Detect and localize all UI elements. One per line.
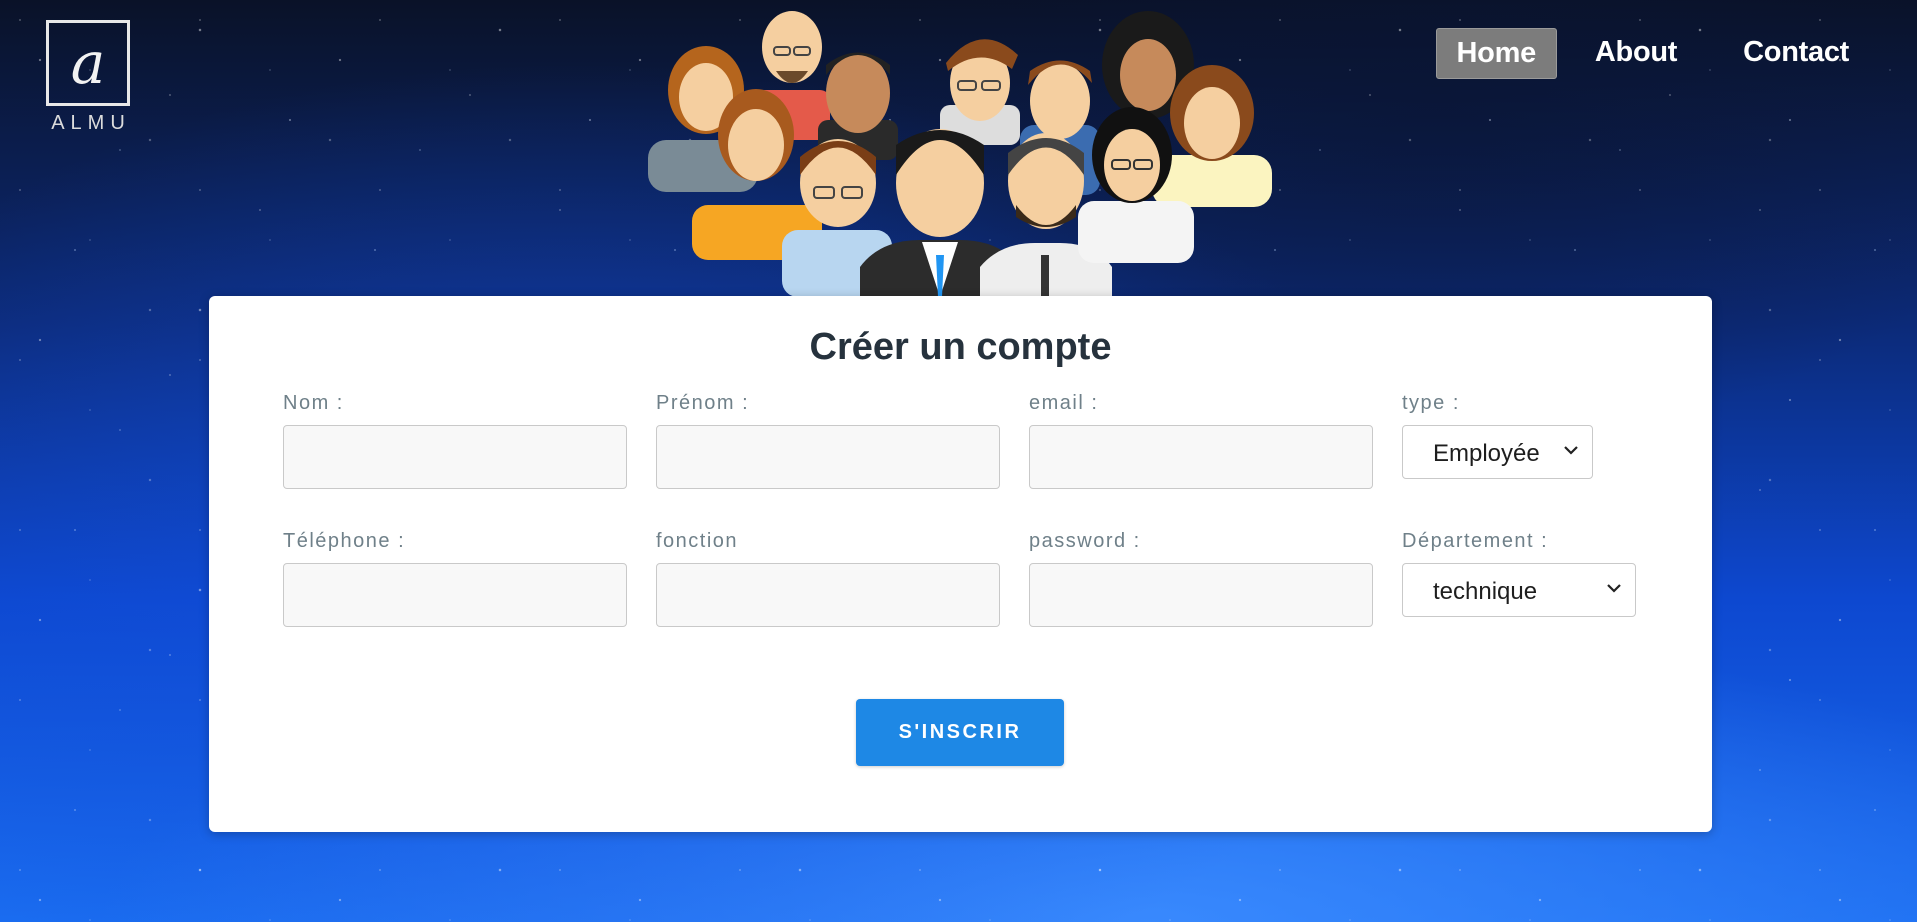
field-email: email :	[1029, 392, 1373, 489]
telephone-input[interactable]	[283, 563, 627, 627]
password-input[interactable]	[1029, 563, 1373, 627]
nav-about[interactable]: About	[1567, 28, 1705, 79]
prenom-input[interactable]	[656, 425, 1000, 489]
password-label: password :	[1029, 530, 1141, 552]
register-button[interactable]: S'INSCRIR	[856, 699, 1064, 766]
type-label: type :	[1402, 392, 1460, 414]
page-title: Créer un compte	[809, 326, 1112, 368]
logo-text: ALMU	[51, 112, 131, 134]
telephone-label: Téléphone :	[283, 530, 406, 552]
nom-label: Nom :	[283, 392, 344, 414]
chevron-down-icon	[1607, 584, 1621, 593]
field-departement: Département : technique	[1402, 530, 1636, 617]
team-illustration	[648, 11, 1272, 297]
field-telephone: Téléphone :	[283, 530, 627, 627]
email-input[interactable]	[1029, 425, 1373, 489]
email-label: email :	[1029, 392, 1099, 414]
nom-input[interactable]	[283, 425, 627, 489]
field-type: type : Employée	[1402, 392, 1593, 479]
field-prenom: Prénom :	[656, 392, 1000, 489]
field-password: password :	[1029, 530, 1373, 627]
departement-selected-value: technique	[1433, 578, 1538, 605]
field-nom: Nom :	[283, 392, 627, 489]
main-nav: Home About Contact	[1435, 28, 1877, 79]
fonction-input[interactable]	[656, 563, 1000, 627]
logo-letter: a	[70, 29, 106, 97]
type-selected-value: Employée	[1433, 440, 1540, 467]
brand-logo[interactable]: a ALMU	[43, 20, 133, 135]
register-card: Créer un compte Nom : Prénom : email : t…	[209, 296, 1712, 832]
nav-home[interactable]: Home	[1435, 28, 1557, 79]
type-select[interactable]: Employée	[1402, 425, 1593, 479]
chevron-down-icon	[1564, 446, 1578, 455]
departement-select[interactable]: technique	[1402, 563, 1636, 617]
nav-contact[interactable]: Contact	[1715, 28, 1877, 79]
field-fonction: fonction	[656, 530, 1000, 627]
prenom-label: Prénom :	[656, 392, 750, 414]
logo-icon: a	[46, 20, 130, 106]
fonction-label: fonction	[656, 530, 739, 552]
person-glasses-brown-hair	[940, 39, 1020, 145]
departement-label: Département :	[1402, 530, 1549, 552]
